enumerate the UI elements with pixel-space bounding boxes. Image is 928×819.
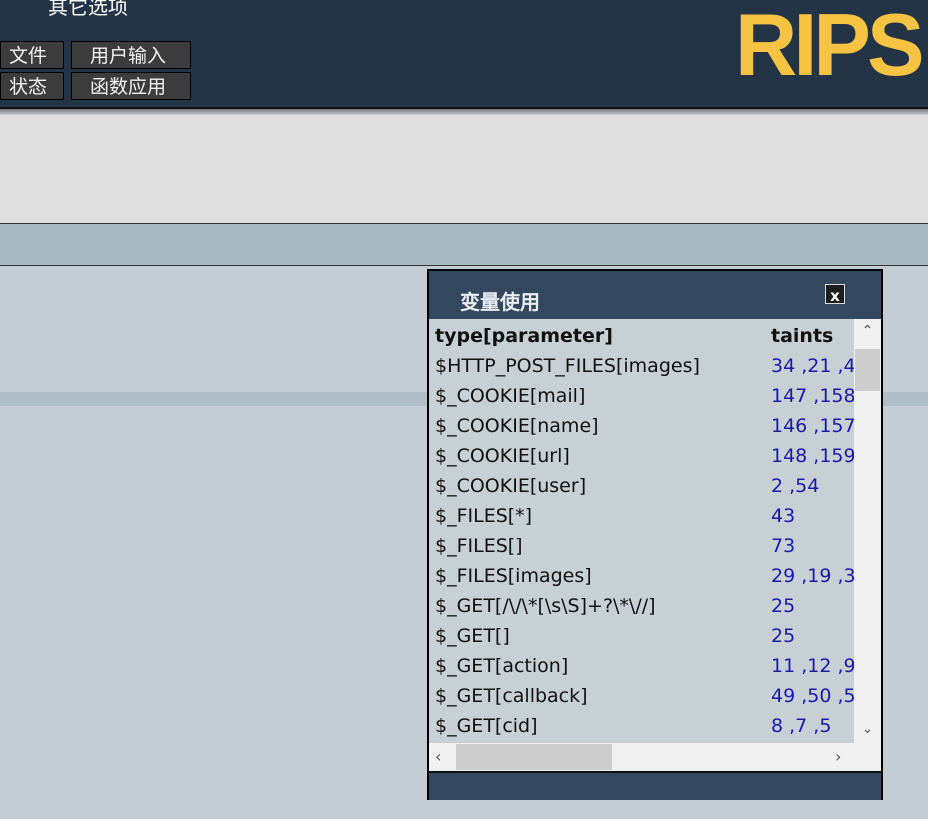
taint-links[interactable]: 73 [771,531,854,561]
user-input-menu-button[interactable]: 用户输入 [71,41,191,69]
table-row: $_COOKIE[user] 2 ,54 [429,471,854,501]
table-row: $_GET[callback] 49 ,50 ,5 [429,681,854,711]
variable-name: $_GET[action] [435,655,569,677]
table-row: $_COOKIE[url] 148 ,159 [429,441,854,471]
variable-table: type[parameter] taints $HTTP_POST_FILES[… [429,319,854,743]
window-title: 变量使用 [460,290,540,314]
file-menu-button[interactable]: 文件 [0,41,64,69]
variable-usage-window: 变量使用 x type[parameter] taints $HTTP_POST… [427,269,883,800]
status-menu-button[interactable]: 状态 [0,72,64,100]
table-row: $_FILES[images] 29 ,19 ,37 [429,561,854,591]
variable-name: $_FILES[images] [435,565,592,587]
window-footer [429,771,881,800]
close-button[interactable]: x [825,284,845,305]
taint-links[interactable]: 25 [771,621,854,651]
scroll-right-icon[interactable]: › [835,747,841,766]
vertical-scrollbar[interactable]: ⌃ ⌄ [854,319,881,743]
variable-name: $_FILES[*] [435,505,533,527]
scroll-left-icon[interactable]: ‹ [435,747,441,766]
variable-name: $HTTP_POST_FILES[images] [435,355,700,377]
info-strip [0,224,928,266]
options-panel [0,115,928,224]
variable-name: $_GET[cid] [435,715,538,737]
variable-name: $_COOKIE[user] [435,475,587,497]
column-header-type: type[parameter] [435,325,613,347]
table-row: $_COOKIE[name] 146 ,157 [429,411,854,441]
horizontal-scroll-thumb[interactable] [456,744,612,770]
taint-links[interactable]: 2 ,54 [771,471,854,501]
table-row: $_COOKIE[mail] 147 ,158 [429,381,854,411]
taint-links[interactable]: 11 ,12 ,9 [771,651,854,681]
taint-links[interactable]: 25 [771,591,854,621]
table-header: type[parameter] taints [429,321,854,351]
taint-links[interactable]: 146 ,157 [771,411,854,441]
taint-links[interactable]: 8 ,7 ,5 [771,711,854,741]
variable-name: $_GET[callback] [435,685,588,707]
variable-name: $_COOKIE[name] [435,415,599,437]
taint-links[interactable]: 49 ,50 ,5 [771,681,854,711]
horizontal-scrollbar[interactable]: ‹ › [429,743,881,771]
table-row: $_GET[cid] 8 ,7 ,5 [429,711,854,741]
scroll-down-icon[interactable]: ⌄ [854,721,881,737]
table-row: $_FILES[*] 43 [429,501,854,531]
options-title: 其它选项 [48,0,128,19]
window-titlebar[interactable]: 变量使用 x [429,271,881,319]
vertical-scroll-thumb[interactable] [855,349,880,391]
taint-links[interactable]: 29 ,19 ,37 [771,561,854,591]
variable-name: $_COOKIE[url] [435,445,570,467]
table-row: $_FILES[] 73 [429,531,854,561]
variable-name: $_GET[/\/\*[\s\S]+?\*\//] [435,595,656,617]
table-row: $_GET[] 25 [429,621,854,651]
variable-name: $_FILES[] [435,535,523,557]
taint-links[interactable]: 34 ,21 ,42 [771,351,854,381]
variable-name: $_COOKIE[mail] [435,385,586,407]
variable-name: $_GET[] [435,625,510,647]
column-header-taints: taints [771,325,834,347]
rips-logo: RIPS [735,4,924,86]
taint-links[interactable]: 148 ,159 [771,441,854,471]
scroll-up-icon[interactable]: ⌃ [854,323,881,339]
taint-links[interactable]: 43 [771,501,854,531]
function-use-menu-button[interactable]: 函数应用 [71,72,191,100]
table-row: $_GET[/\/\*[\s\S]+?\*\//] 25 [429,591,854,621]
taint-links[interactable]: 147 ,158 [771,381,854,411]
table-row: $HTTP_POST_FILES[images] 34 ,21 ,42 [429,351,854,381]
table-row: $_GET[action] 11 ,12 ,9 [429,651,854,681]
top-bar: 其它选项 文件 用户输入 状态 函数应用 RIPS [0,0,928,109]
